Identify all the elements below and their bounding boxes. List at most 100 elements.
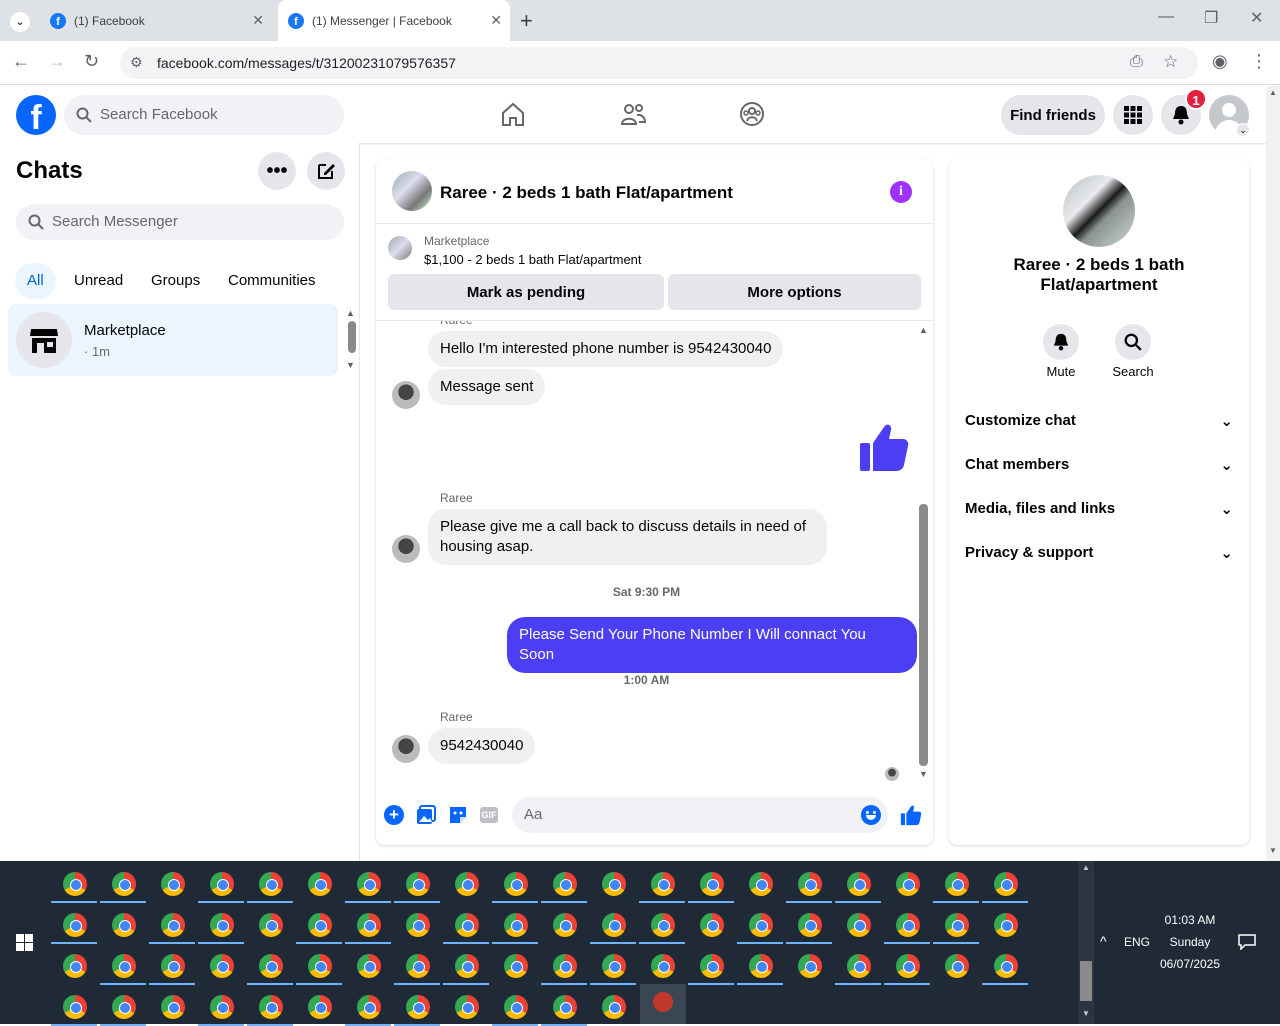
tab-facebook[interactable]: f (1) Facebook ✕ (40, 0, 272, 41)
find-friends-button[interactable]: Find friends (1001, 95, 1105, 135)
chrome-taskbar-icon[interactable] (994, 913, 1018, 937)
chrome-taskbar-icon[interactable] (553, 954, 577, 978)
message-bubble[interactable]: Hello I'm interested phone number is 954… (428, 331, 784, 367)
privacy-support-section[interactable]: Privacy & support ⌄ (965, 544, 1233, 562)
bookmark-star-icon[interactable]: ☆ (1163, 52, 1178, 72)
chrome-taskbar-icon[interactable] (896, 954, 920, 978)
chrome-taskbar-icon[interactable] (798, 913, 822, 937)
chrome-taskbar-icon[interactable] (161, 995, 185, 1019)
chat-options-button[interactable]: ••• (258, 152, 296, 190)
chrome-taskbar-icon[interactable] (602, 954, 626, 978)
clock-day[interactable]: Sunday (1160, 935, 1220, 949)
facebook-search-input[interactable]: Search Facebook (64, 95, 344, 135)
restore-icon[interactable]: ❐ (1204, 8, 1218, 28)
menu-grid-button[interactable] (1113, 95, 1153, 135)
close-window-icon[interactable]: ✕ (1250, 8, 1263, 28)
chrome-taskbar-icon[interactable] (749, 954, 773, 978)
new-tab-icon[interactable]: + (520, 8, 533, 34)
chrome-taskbar-icon[interactable] (455, 995, 479, 1019)
chrome-taskbar-icon[interactable] (259, 872, 283, 896)
filter-all[interactable]: All (15, 263, 56, 299)
like-send-icon[interactable] (900, 804, 922, 826)
conversation-marketplace[interactable]: Marketplace · 1m (8, 304, 338, 376)
chrome-taskbar-icon[interactable] (700, 954, 724, 978)
chrome-taskbar-icon[interactable] (308, 913, 332, 937)
reload-icon[interactable]: ↻ (84, 51, 99, 72)
chrome-taskbar-icon[interactable] (504, 872, 528, 896)
sender-avatar[interactable] (392, 735, 420, 763)
chrome-menu-icon[interactable]: ⋮ (1250, 51, 1268, 72)
scroll-up-icon[interactable]: ▲ (919, 325, 928, 335)
taskbar-scroll-thumb[interactable] (1080, 961, 1092, 1001)
gif-icon[interactable]: GIF (480, 807, 498, 823)
chrome-taskbar-icon[interactable] (602, 913, 626, 937)
minimize-icon[interactable]: — (1158, 8, 1174, 26)
message-input[interactable]: Aa (512, 797, 888, 833)
groups-icon[interactable] (738, 100, 766, 128)
sticker-icon[interactable] (448, 805, 468, 825)
emoji-icon[interactable] (861, 805, 881, 825)
chrome-taskbar-icon[interactable] (504, 913, 528, 937)
chrome-taskbar-icon[interactable] (602, 872, 626, 896)
close-tab-icon[interactable]: ✕ (490, 12, 502, 29)
scroll-down-icon[interactable]: ▼ (1269, 846, 1277, 855)
sender-avatar[interactable] (392, 535, 420, 563)
chrome-taskbar-icon[interactable] (602, 995, 626, 1019)
chrome-taskbar-icon[interactable] (406, 913, 430, 937)
chrome-taskbar-icon[interactable] (112, 954, 136, 978)
forward-icon[interactable]: → (48, 51, 66, 72)
new-message-button[interactable] (307, 152, 345, 190)
chrome-taskbar-icon[interactable] (455, 954, 479, 978)
chrome-taskbar-icon[interactable] (798, 954, 822, 978)
chrome-taskbar-icon[interactable] (210, 995, 234, 1019)
chrome-taskbar-icon[interactable] (896, 872, 920, 896)
more-options-button[interactable]: More options (668, 274, 921, 310)
chrome-taskbar-icon[interactable] (553, 872, 577, 896)
chrome-taskbar-icon[interactable] (553, 995, 577, 1019)
taskbar-scrollbar[interactable]: ▲ ▼ (1078, 861, 1094, 1024)
notification-center-icon[interactable] (1238, 934, 1256, 950)
listing-avatar[interactable] (392, 171, 432, 211)
close-tab-icon[interactable]: ✕ (252, 12, 264, 29)
account-chevron-icon[interactable]: ⌄ (1236, 123, 1250, 137)
chrome-taskbar-icon[interactable] (406, 995, 430, 1019)
customize-chat-section[interactable]: Customize chat ⌄ (965, 412, 1233, 430)
chrome-taskbar-icon[interactable] (749, 872, 773, 896)
site-info-icon[interactable]: ⚙ (130, 54, 143, 71)
mark-as-pending-button[interactable]: Mark as pending (388, 274, 664, 310)
chrome-taskbar-icon[interactable] (700, 872, 724, 896)
sidebar-scrollbar-thumb[interactable] (348, 321, 356, 353)
chrome-taskbar-icon[interactable] (308, 954, 332, 978)
my-message-bubble[interactable]: Please Send Your Phone Number I Will con… (507, 617, 917, 673)
chrome-taskbar-icon[interactable] (455, 913, 479, 937)
chrome-taskbar-icon[interactable] (406, 954, 430, 978)
listing-detail[interactable]: $1,100 - 2 beds 1 bath Flat/apartment (424, 252, 642, 267)
clock-time[interactable]: 01:03 AM (1160, 913, 1220, 927)
chat-scrollbar-thumb[interactable] (919, 504, 928, 766)
search-chat-button[interactable] (1115, 324, 1151, 360)
chrome-taskbar-icon[interactable] (63, 872, 87, 896)
chrome-taskbar-icon[interactable] (847, 872, 871, 896)
chrome-taskbar-icon[interactable] (112, 995, 136, 1019)
windows-start-icon[interactable] (16, 934, 33, 951)
chrome-taskbar-icon[interactable] (651, 872, 675, 896)
chrome-taskbar-icon[interactable] (210, 872, 234, 896)
chrome-taskbar-icon[interactable] (700, 913, 724, 937)
photo-icon[interactable] (416, 805, 436, 825)
chrome-taskbar-icon[interactable] (63, 954, 87, 978)
install-app-icon[interactable]: ⎙ (1130, 53, 1143, 71)
listing-photo-avatar[interactable] (1063, 175, 1135, 247)
chrome-taskbar-icon[interactable] (161, 954, 185, 978)
messenger-search-input[interactable]: Search Messenger (16, 204, 344, 240)
chrome-taskbar-icon[interactable] (210, 913, 234, 937)
scroll-up-icon[interactable]: ▲ (1269, 88, 1277, 97)
chrome-taskbar-icon[interactable] (504, 954, 528, 978)
media-files-links-section[interactable]: Media, files and links ⌄ (965, 500, 1233, 518)
tab-messenger[interactable]: f (1) Messenger | Facebook ✕ (278, 0, 510, 41)
chrome-taskbar-icon[interactable] (553, 913, 577, 937)
add-icon[interactable]: + (384, 805, 404, 825)
chrome-taskbar-icon[interactable] (994, 954, 1018, 978)
chrome-taskbar-icon[interactable] (798, 872, 822, 896)
chrome-taskbar-icon[interactable] (651, 954, 675, 978)
scroll-up-icon[interactable]: ▲ (1082, 863, 1090, 872)
